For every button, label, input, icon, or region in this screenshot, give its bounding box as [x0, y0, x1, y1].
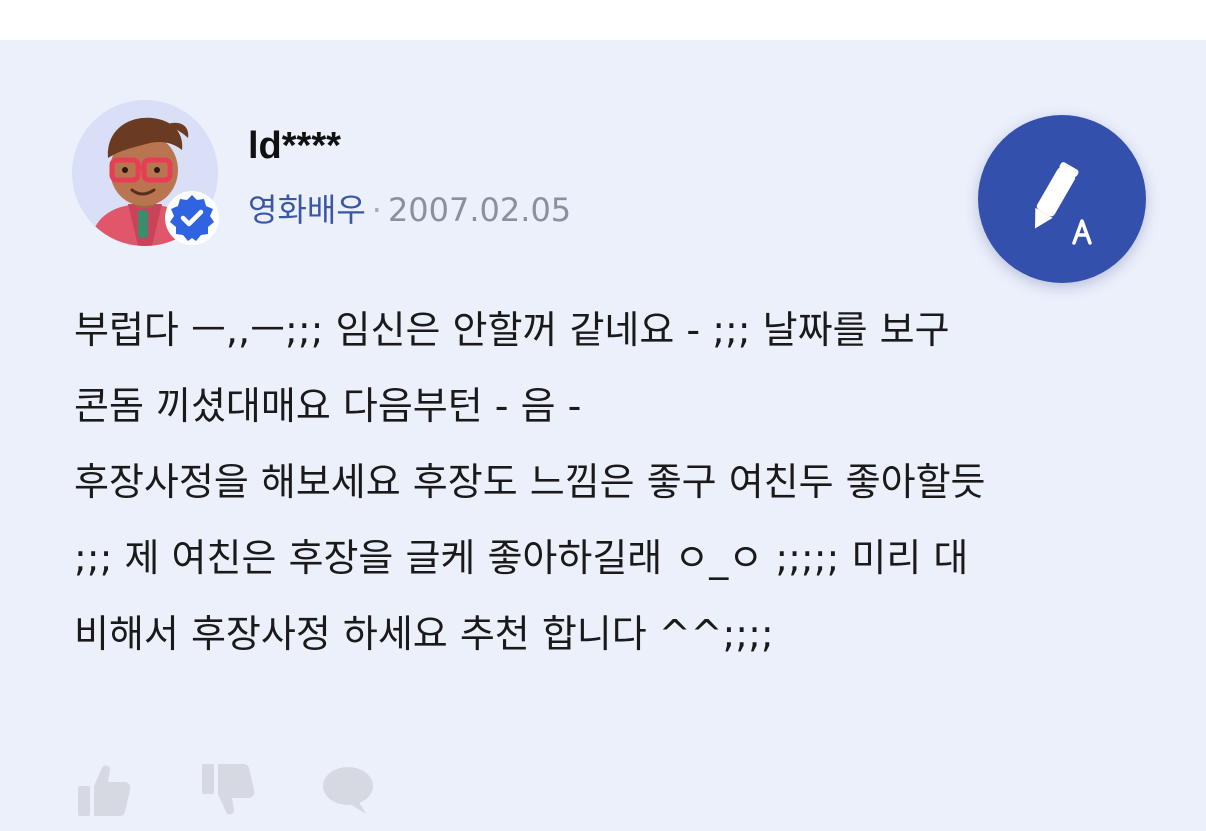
answer-body-line: ;;; 제 여친은 후장을 글케 좋아하길래 ㅇ_ㅇ ;;;;; 미리 대	[74, 536, 969, 580]
answer-body: 부럽다 ㅡ,,ㅡ;;; 임신은 안할꺼 같네요 - ;;; 날짜를 보구 콘돔 …	[74, 292, 1144, 672]
write-button[interactable]	[978, 115, 1146, 283]
author-meta: 영화배우 · 2007.02.05	[248, 190, 571, 230]
answer-body-line: 부럽다 ㅡ,,ㅡ;;; 임신은 안할꺼 같네요 - ;;; 날짜를 보구	[74, 308, 950, 352]
like-button[interactable]	[74, 758, 134, 822]
thumbs-up-icon	[78, 765, 131, 816]
author-username[interactable]: ld****	[248, 124, 341, 168]
speech-bubble-icon	[323, 767, 373, 814]
verified-badge-icon	[164, 190, 220, 246]
answer-body-line: 콘돔 끼셨대매요 다음부턴 - 음 -	[74, 384, 582, 428]
dislike-button[interactable]	[198, 758, 258, 822]
top-bar	[0, 0, 1206, 40]
thumbs-down-icon	[202, 764, 255, 815]
pencil-a-icon	[1035, 162, 1092, 245]
comment-button[interactable]	[320, 758, 380, 822]
answer-card: ld**** 영화배우 · 2007.02.05 부럽다 ㅡ,,ㅡ;;; 임신은 안…	[0, 40, 1206, 831]
author-role[interactable]: 영화배우	[248, 191, 366, 229]
meta-separator: ·	[371, 191, 382, 229]
answer-body-line: 비해서 후장사정 하세요 추천 합니다 ^^;;;;	[74, 612, 774, 656]
post-date: 2007.02.05	[387, 191, 572, 229]
answer-body-line: 후장사정을 해보세요 후장도 느낌은 좋구 여친두 좋아할듯	[74, 460, 986, 504]
